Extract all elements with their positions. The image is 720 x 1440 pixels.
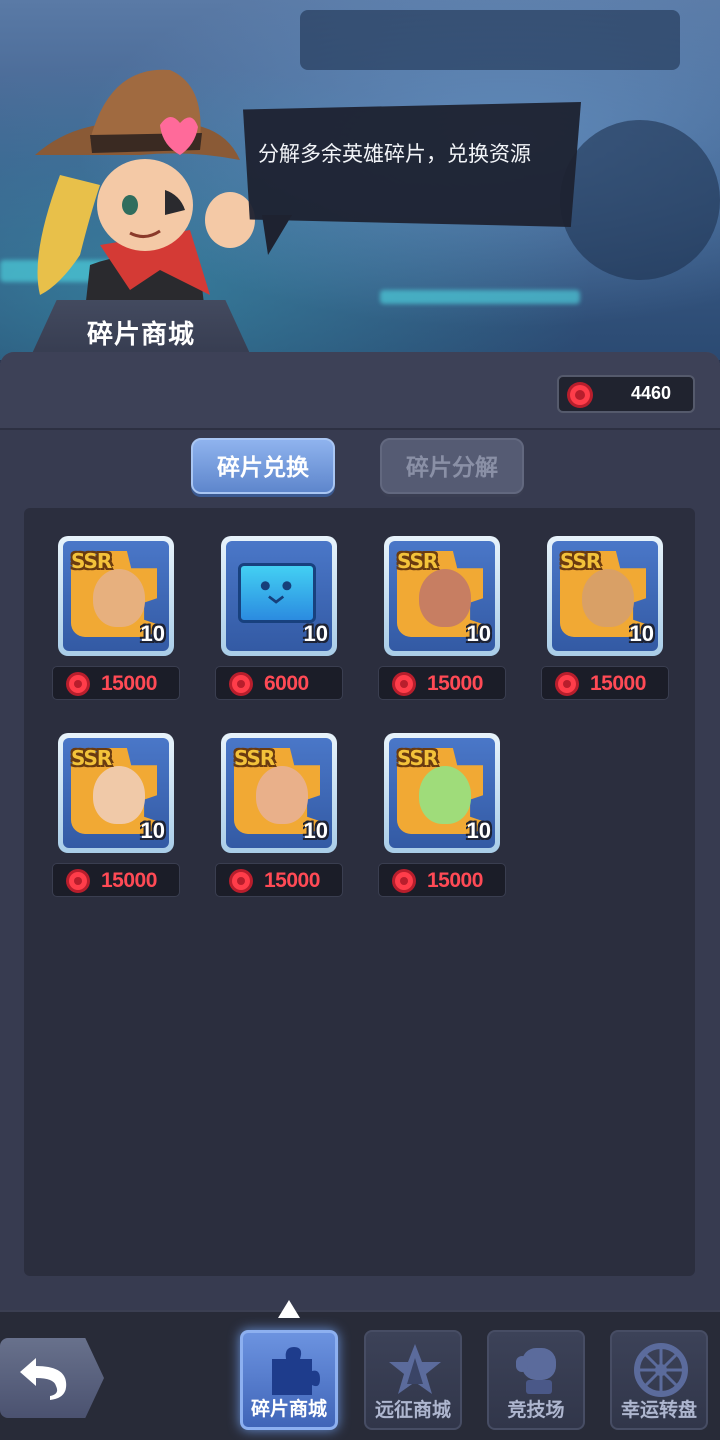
ssr-badge: SSR bbox=[71, 746, 112, 770]
item-quantity: 10 bbox=[303, 818, 328, 843]
nav-arena[interactable]: 竞技场 bbox=[487, 1330, 585, 1430]
red-gear-token-icon bbox=[229, 672, 253, 696]
wheel-icon bbox=[634, 1343, 688, 1397]
red-gear-token-icon bbox=[66, 869, 90, 893]
item-card[interactable]: 10 bbox=[221, 536, 337, 656]
item-card[interactable]: SSR 10 bbox=[384, 733, 500, 853]
background-machine bbox=[560, 120, 720, 280]
background-pipe bbox=[300, 10, 680, 70]
item-quantity: 10 bbox=[629, 621, 654, 646]
price-value: 15000 bbox=[590, 672, 646, 695]
item-card[interactable]: SSR 10 bbox=[221, 733, 337, 853]
shop-item[interactable]: 10 6000 bbox=[215, 536, 343, 706]
item-quantity: 10 bbox=[466, 818, 491, 843]
speech-text: 分解多余英雄碎片，兑换资源 bbox=[258, 142, 531, 166]
back-arrow-icon bbox=[20, 1358, 67, 1400]
hero-portrait bbox=[256, 766, 308, 824]
price-value: 15000 bbox=[427, 869, 483, 892]
price-tag: 6000 bbox=[215, 666, 343, 700]
background-glow bbox=[380, 290, 580, 304]
price-value: 15000 bbox=[264, 869, 320, 892]
nav-label: 竞技场 bbox=[507, 1399, 565, 1421]
tab-fragment-exchange[interactable]: 碎片兑换 bbox=[191, 438, 335, 494]
nav-fragment-shop[interactable]: 碎片商城 bbox=[240, 1330, 338, 1430]
nav-label: 远征商城 bbox=[374, 1399, 451, 1421]
shop-item[interactable]: SSR 10 15000 bbox=[378, 536, 506, 706]
back-button[interactable] bbox=[0, 1338, 104, 1418]
price-tag: 15000 bbox=[52, 666, 180, 700]
red-gear-token-icon bbox=[392, 869, 416, 893]
item-quantity: 10 bbox=[303, 621, 328, 646]
currency-display: 4460 bbox=[557, 375, 695, 413]
expedition-star-icon bbox=[389, 1344, 441, 1394]
red-gear-token-icon bbox=[555, 672, 579, 696]
red-gear-token-icon bbox=[567, 382, 593, 408]
item-quantity: 10 bbox=[466, 621, 491, 646]
shop-item[interactable]: SSR 10 15000 bbox=[52, 536, 180, 706]
price-tag: 15000 bbox=[215, 863, 343, 897]
hero-portrait bbox=[93, 766, 145, 824]
shop-item[interactable]: SSR 10 15000 bbox=[215, 733, 343, 903]
hero-portrait bbox=[419, 766, 471, 824]
nav-lucky-wheel[interactable]: 幸运转盘 bbox=[610, 1330, 708, 1430]
ssr-badge: SSR bbox=[71, 549, 112, 573]
nav-label: 碎片商城 bbox=[250, 1398, 327, 1420]
boxing-glove-icon bbox=[516, 1348, 556, 1394]
hero-portrait bbox=[419, 569, 471, 627]
shop-item[interactable]: SSR 10 15000 bbox=[378, 733, 506, 903]
shop-item[interactable]: SSR 10 15000 bbox=[541, 536, 669, 706]
shop-item[interactable]: SSR 10 15000 bbox=[52, 733, 180, 903]
item-card[interactable]: SSR 10 bbox=[58, 536, 174, 656]
red-gear-token-icon bbox=[66, 672, 90, 696]
price-value: 6000 bbox=[264, 672, 309, 695]
price-tag: 15000 bbox=[52, 863, 180, 897]
red-gear-token-icon bbox=[229, 869, 253, 893]
blue-fragment-block-icon bbox=[238, 563, 316, 623]
price-tag: 15000 bbox=[378, 666, 506, 700]
price-value: 15000 bbox=[101, 869, 157, 892]
item-card[interactable]: SSR 10 bbox=[547, 536, 663, 656]
item-card[interactable]: SSR 10 bbox=[384, 536, 500, 656]
hero-portrait bbox=[93, 569, 145, 627]
ssr-badge: SSR bbox=[397, 549, 438, 573]
price-tag: 15000 bbox=[541, 666, 669, 700]
item-card[interactable]: SSR 10 bbox=[58, 733, 174, 853]
puzzle-piece-icon bbox=[272, 1347, 320, 1395]
item-quantity: 10 bbox=[140, 818, 165, 843]
ssr-badge: SSR bbox=[397, 746, 438, 770]
currency-amount: 4460 bbox=[630, 383, 671, 403]
price-value: 15000 bbox=[427, 672, 483, 695]
page-title: 碎片商城 bbox=[86, 320, 195, 350]
block-face-icon bbox=[260, 581, 292, 604]
nav-expedition-shop[interactable]: 远征商城 bbox=[364, 1330, 462, 1430]
price-value: 15000 bbox=[101, 672, 157, 695]
ssr-badge: SSR bbox=[560, 549, 601, 573]
hero-portrait bbox=[582, 569, 634, 627]
price-tag: 15000 bbox=[378, 863, 506, 897]
nav-label: 幸运转盘 bbox=[620, 1399, 697, 1421]
tab-fragment-decompose[interactable]: 碎片分解 bbox=[380, 438, 524, 494]
item-quantity: 10 bbox=[140, 621, 165, 646]
red-gear-token-icon bbox=[392, 672, 416, 696]
ssr-badge: SSR bbox=[234, 746, 275, 770]
